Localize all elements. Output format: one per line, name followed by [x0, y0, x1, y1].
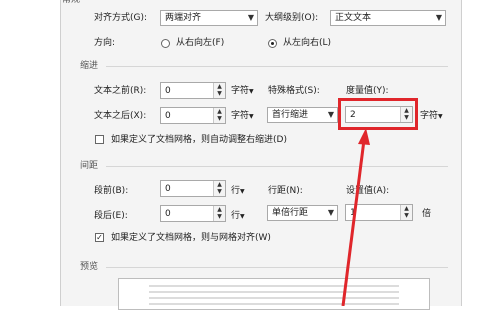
- spin-down-icon[interactable]: ▼: [215, 188, 224, 195]
- unit-menu-icon: ▼: [240, 213, 245, 220]
- special-format-dropdown[interactable]: 首行缩进 ▼: [267, 107, 338, 123]
- preview-line: [149, 285, 399, 287]
- spacing-section-header: 间距: [80, 161, 99, 171]
- special-format-value: 首行缩进: [272, 110, 309, 120]
- before-text-unit[interactable]: 字符▼: [231, 85, 254, 98]
- unit-menu-icon: ▼: [249, 88, 254, 95]
- setting-value-unit: 倍: [422, 209, 432, 219]
- preview-box: [118, 278, 430, 310]
- alignment-label: 对齐方式(G):: [94, 13, 148, 23]
- space-after-label: 段后(E):: [94, 211, 128, 221]
- direction-label: 方向:: [94, 38, 116, 48]
- indent-section-header: 缩进: [80, 61, 99, 71]
- unit-menu-icon: ▼: [240, 188, 245, 195]
- setting-value-spinner[interactable]: 1 ▲ ▼: [345, 204, 413, 221]
- unit-menu-icon: ▼: [249, 113, 254, 120]
- indent-divider: [106, 66, 448, 67]
- line-spacing-label: 行距(N):: [268, 186, 303, 196]
- paragraph-dialog: [60, 0, 462, 306]
- spinner-buttons: ▲ ▼: [400, 205, 412, 220]
- space-before-label: 段前(B):: [94, 186, 129, 196]
- spin-down-icon[interactable]: ▼: [215, 213, 224, 220]
- setting-value-label: 设置值(A):: [346, 186, 390, 196]
- after-text-unit-label: 字符: [231, 111, 250, 121]
- alignment-dropdown[interactable]: 两端对齐 ▼: [160, 10, 258, 26]
- general-section-header: 常规: [62, 0, 81, 5]
- preview-line: [149, 291, 399, 293]
- space-before-unit[interactable]: 行▼: [231, 185, 245, 198]
- space-after-spinner[interactable]: 0 ▲ ▼: [160, 205, 226, 222]
- chevron-down-icon: ▼: [327, 208, 334, 217]
- preview-divider: [106, 267, 448, 268]
- before-text-value: 0: [165, 86, 171, 96]
- alignment-value: 两端对齐: [165, 13, 202, 23]
- spinner-buttons: ▲ ▼: [213, 83, 225, 98]
- preview-line: [149, 303, 399, 305]
- after-text-spinner[interactable]: 0 ▲ ▼: [160, 107, 226, 124]
- direction-ltr-radio[interactable]: [268, 39, 277, 48]
- after-text-unit[interactable]: 字符▼: [231, 110, 254, 123]
- space-after-value: 0: [165, 209, 171, 219]
- special-format-label: 特殊格式(S):: [268, 86, 320, 96]
- spin-up-icon[interactable]: ▲: [215, 181, 224, 188]
- preview-section-header: 预览: [80, 262, 99, 272]
- space-before-spinner[interactable]: 0 ▲ ▼: [160, 180, 226, 197]
- measure-label: 度量值(Y):: [346, 86, 389, 96]
- direction-rtl-label[interactable]: 从右向左(F): [176, 37, 224, 49]
- measure-highlight-box: [338, 98, 418, 130]
- outline-level-value: 正文文本: [335, 13, 372, 23]
- spin-down-icon[interactable]: ▼: [215, 90, 224, 97]
- line-spacing-dropdown[interactable]: 单倍行距 ▼: [267, 205, 338, 221]
- measure-unit[interactable]: 字符▼: [420, 110, 443, 123]
- setting-value-value: 1: [350, 208, 356, 218]
- space-before-unit-label: 行: [231, 186, 241, 196]
- unit-menu-icon: ▼: [438, 113, 443, 120]
- snap-to-grid-checkbox[interactable]: ✓: [95, 233, 104, 242]
- direction-rtl-radio[interactable]: [161, 39, 170, 48]
- chevron-down-icon: ▼: [327, 110, 334, 119]
- chevron-down-icon: ▼: [435, 13, 442, 22]
- before-text-unit-label: 字符: [231, 86, 250, 96]
- spacing-divider: [106, 166, 448, 167]
- spin-down-icon[interactable]: ▼: [402, 212, 411, 219]
- line-spacing-value: 单倍行距: [272, 208, 309, 218]
- spin-down-icon[interactable]: ▼: [215, 115, 224, 122]
- spin-up-icon[interactable]: ▲: [215, 83, 224, 90]
- before-text-label: 文本之前(R):: [94, 86, 147, 96]
- space-before-value: 0: [165, 184, 171, 194]
- space-after-unit-label: 行: [231, 211, 241, 221]
- outline-level-dropdown[interactable]: 正文文本 ▼: [330, 10, 446, 26]
- spinner-buttons: ▲ ▼: [213, 206, 225, 221]
- spinner-buttons: ▲ ▼: [213, 108, 225, 123]
- direction-ltr-label[interactable]: 从左向右(L): [283, 37, 331, 49]
- auto-adjust-right-indent-label[interactable]: 如果定义了文档网格，则自动调整右缩进(D): [111, 134, 287, 146]
- after-text-value: 0: [165, 111, 171, 121]
- measure-unit-label: 字符: [420, 111, 439, 121]
- chevron-down-icon: ▼: [247, 13, 254, 22]
- spin-up-icon[interactable]: ▲: [402, 205, 411, 212]
- snap-to-grid-label[interactable]: 如果定义了文档网格，则与网格对齐(W): [111, 232, 271, 244]
- outline-level-label: 大纲级别(O):: [265, 13, 319, 23]
- spin-up-icon[interactable]: ▲: [215, 108, 224, 115]
- space-after-unit[interactable]: 行▼: [231, 210, 245, 223]
- before-text-spinner[interactable]: 0 ▲ ▼: [160, 82, 226, 99]
- spinner-buttons: ▲ ▼: [213, 181, 225, 196]
- after-text-label: 文本之后(X):: [94, 111, 147, 121]
- auto-adjust-right-indent-checkbox[interactable]: [95, 135, 104, 144]
- preview-line: [149, 297, 399, 299]
- spin-up-icon[interactable]: ▲: [215, 206, 224, 213]
